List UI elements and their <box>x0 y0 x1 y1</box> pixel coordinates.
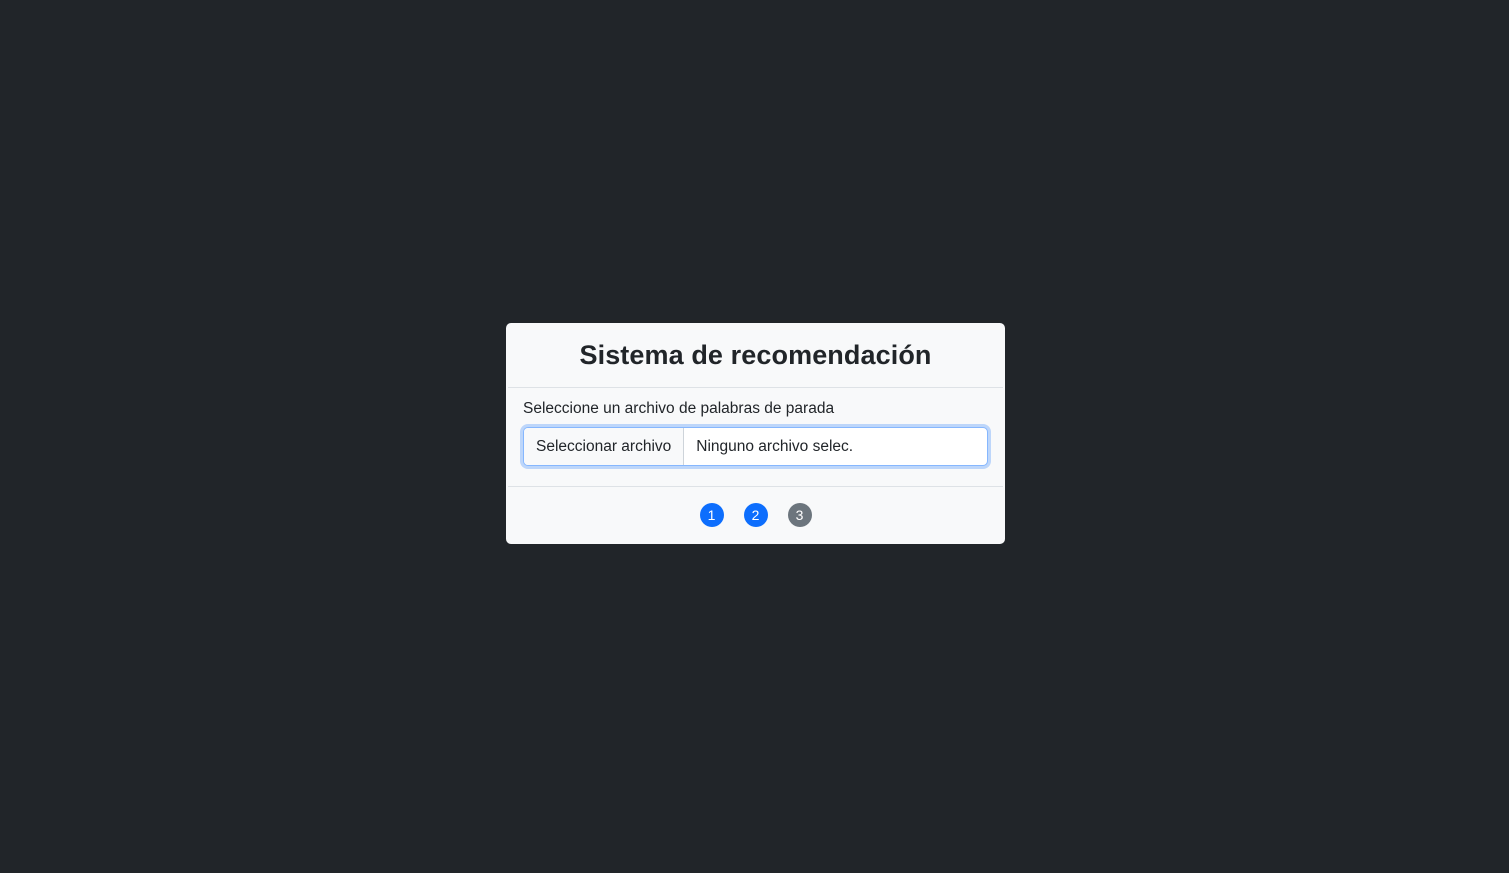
step-indicator: 1 2 3 <box>506 487 1005 543</box>
step-3[interactable]: 3 <box>787 503 812 527</box>
select-file-button[interactable]: Seleccionar archivo <box>524 428 685 465</box>
card-body: Seleccione un archivo de palabras de par… <box>508 388 1003 487</box>
step-2[interactable]: 2 <box>743 503 768 527</box>
stopwords-file-input[interactable]: Seleccionar archivo Ninguno archivo sele… <box>523 427 988 466</box>
recommendation-card: Sistema de recomendación Seleccione un a… <box>506 323 1005 544</box>
file-status-text: Ninguno archivo selec. <box>696 437 854 455</box>
page-title: Sistema de recomendación <box>579 339 932 370</box>
card-header: Sistema de recomendación <box>508 323 1003 388</box>
step-1[interactable]: 1 <box>699 503 724 527</box>
stopwords-file-label: Seleccione un archivo de palabras de par… <box>523 400 835 417</box>
